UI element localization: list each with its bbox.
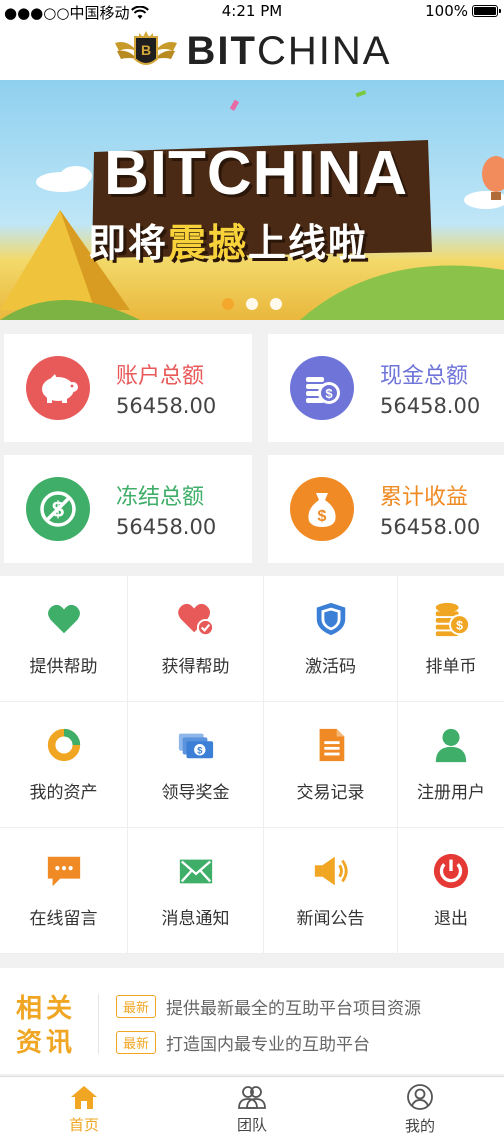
tab-bar: 首页 团队 我的	[0, 1076, 504, 1142]
card-value: 56458.00	[380, 394, 481, 418]
brand-name: BITCHINA	[186, 28, 392, 73]
carousel-dot[interactable]	[246, 298, 258, 310]
carousel-dot[interactable]	[270, 298, 282, 310]
grid-item-news-announcements[interactable]: 新闻公告	[264, 828, 398, 954]
donut-chart-icon	[47, 728, 80, 762]
status-bar: ●●●○○中国移动 4:21 PM 100%	[0, 0, 504, 22]
envelope-icon	[179, 859, 212, 884]
home-icon	[71, 1086, 97, 1109]
grid-item-label: 激活码	[305, 657, 356, 677]
banner-headline: BITCHINA	[104, 139, 409, 208]
promo-banner[interactable]: BITCHINA 即将震撼上线啦	[0, 80, 504, 320]
svg-text:$: $	[325, 386, 333, 401]
tab-team[interactable]: 团队	[168, 1077, 336, 1142]
battery-icon	[472, 5, 501, 17]
news-item-text: 提供最新最全的互助平台项目资源	[166, 999, 422, 1019]
grid-item-label: 交易记录	[296, 783, 365, 803]
grid-item-logout[interactable]: 退出	[398, 828, 504, 954]
latest-badge: 最新	[116, 995, 157, 1018]
carousel-dot[interactable]	[222, 298, 234, 310]
bitchina-logo-icon: B	[114, 31, 177, 65]
heart-icon	[47, 604, 80, 634]
news-item[interactable]: 最新 提供最新最全的互助平台项目资源	[116, 994, 421, 1019]
battery-percent: 100%	[425, 2, 468, 20]
svg-text:B: B	[140, 42, 150, 58]
grid-item-my-assets[interactable]: 我的资产	[0, 702, 128, 828]
card-title: 账户总额	[116, 364, 205, 389]
card-frozen-total[interactable]: $ 冻结总额 56458.00	[4, 455, 252, 563]
grid-item-label: 获得帮助	[161, 657, 230, 677]
grid-item-transaction-records[interactable]: 交易记录	[264, 702, 398, 828]
news-section: 相关资讯 最新 提供最新最全的互助平台项目资源 最新 打造国内最专业的互助平台	[0, 968, 504, 1074]
piggy-bank-icon	[26, 356, 90, 420]
tab-label: 首页	[68, 1116, 99, 1134]
profile-icon	[407, 1084, 433, 1110]
card-value: 56458.00	[116, 394, 217, 418]
chat-bubble-icon	[47, 856, 80, 887]
tab-home[interactable]: 首页	[0, 1077, 168, 1142]
grid-item-register-user[interactable]: 注册用户	[398, 702, 504, 828]
heart-check-icon	[177, 603, 214, 637]
grid-item-queue-coin[interactable]: $ 排单币	[398, 576, 504, 702]
money-bag-icon: $	[290, 477, 354, 541]
team-icon	[238, 1086, 266, 1109]
card-cumulative-income[interactable]: $ 累计收益 56458.00	[268, 455, 504, 563]
card-title: 现金总额	[380, 364, 469, 389]
tab-profile[interactable]: 我的	[336, 1077, 504, 1142]
document-icon	[319, 728, 344, 762]
grid-item-label: 我的资产	[29, 783, 98, 803]
shield-icon	[316, 602, 345, 636]
card-title: 冻结总额	[116, 485, 205, 510]
grid-item-leader-bonus[interactable]: $ 领导奖金	[128, 702, 264, 828]
tab-label: 我的	[404, 1117, 435, 1135]
svg-text:$: $	[456, 618, 463, 632]
grid-item-label: 新闻公告	[296, 909, 365, 929]
divider	[98, 994, 99, 1054]
grid-item-label: 提供帮助	[29, 657, 98, 677]
grid-item-activation-code[interactable]: 激活码	[264, 576, 398, 702]
speaker-icon	[314, 856, 348, 886]
power-icon	[433, 853, 469, 889]
grid-item-label: 领导奖金	[161, 783, 230, 803]
card-value: 56458.00	[380, 515, 481, 539]
svg-text:$: $	[318, 508, 327, 525]
app-header: B BITCHINA	[0, 22, 504, 80]
grid-item-label: 退出	[434, 909, 468, 929]
coins-icon: $	[290, 356, 354, 420]
coin-stack-icon: $	[435, 602, 470, 637]
tab-label: 团队	[236, 1116, 267, 1134]
news-item-text: 打造国内最专业的互助平台	[166, 1035, 371, 1055]
function-grid: 提供帮助 获得帮助 激活码 $ 排单币 我的资产 $ 领导奖金 交易记录 注册用…	[0, 576, 504, 954]
card-value: 56458.00	[116, 515, 217, 539]
no-dollar-icon: $	[26, 477, 90, 541]
grid-item-label: 排单币	[425, 657, 477, 677]
grid-item-label: 消息通知	[161, 909, 230, 929]
cash-icon: $	[178, 733, 213, 759]
grid-item-online-message[interactable]: 在线留言	[0, 828, 128, 954]
svg-text:$: $	[197, 746, 203, 757]
user-icon	[435, 728, 467, 763]
news-item[interactable]: 最新 打造国内最专业的互助平台	[116, 1030, 370, 1055]
card-title: 累计收益	[380, 485, 469, 510]
card-cash-total[interactable]: $ 现金总额 56458.00	[268, 334, 504, 442]
banner-subline: 即将震撼上线啦	[88, 221, 369, 265]
grid-item-label: 注册用户	[417, 783, 485, 803]
grid-item-get-help[interactable]: 获得帮助	[128, 576, 264, 702]
grid-item-notifications[interactable]: 消息通知	[128, 828, 264, 954]
news-heading: 相关资讯	[16, 994, 77, 1058]
card-account-total[interactable]: 账户总额 56458.00	[4, 334, 252, 442]
grid-item-label: 在线留言	[29, 909, 98, 929]
carousel-dots	[0, 298, 504, 310]
latest-badge: 最新	[116, 1031, 157, 1054]
grid-item-provide-help[interactable]: 提供帮助	[0, 576, 128, 702]
